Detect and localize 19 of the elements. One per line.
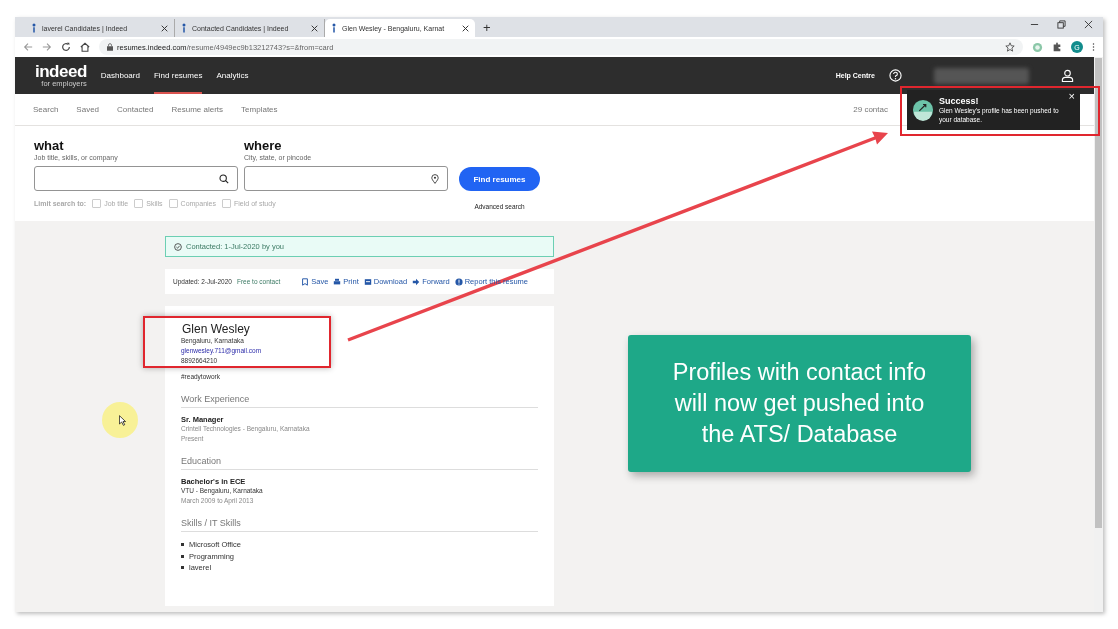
subnav-link[interactable]: Contacted	[117, 105, 154, 114]
new-tab-button[interactable]: +	[483, 20, 491, 35]
contact-count: 29 contac	[853, 105, 888, 114]
section-heading: Education	[181, 456, 538, 470]
subnav-link[interactable]: Templates	[241, 105, 278, 114]
nav-link[interactable]: Dashboard	[100, 57, 140, 94]
where-label: where	[244, 138, 283, 153]
toast-title: Success!	[939, 96, 980, 106]
candidate-name: Glen Wesley	[182, 322, 250, 336]
subnav-link[interactable]: Saved	[76, 105, 100, 114]
section-heading: Skills / IT Skills	[181, 518, 538, 532]
subnav-link[interactable]: Resume alerts	[171, 105, 224, 114]
subnav-link[interactable]: Search	[33, 105, 59, 114]
callout-text: Profiles with contact info will now get pushed into the ATS/ Database	[628, 335, 971, 472]
what-label: what	[34, 138, 65, 153]
find-resumes-button[interactable]: Find resumes	[459, 167, 540, 191]
nav-link[interactable]: Analytics	[216, 57, 249, 94]
section-heading: Work Experience	[181, 394, 538, 408]
toast-close-button[interactable]: ×	[1068, 90, 1075, 102]
